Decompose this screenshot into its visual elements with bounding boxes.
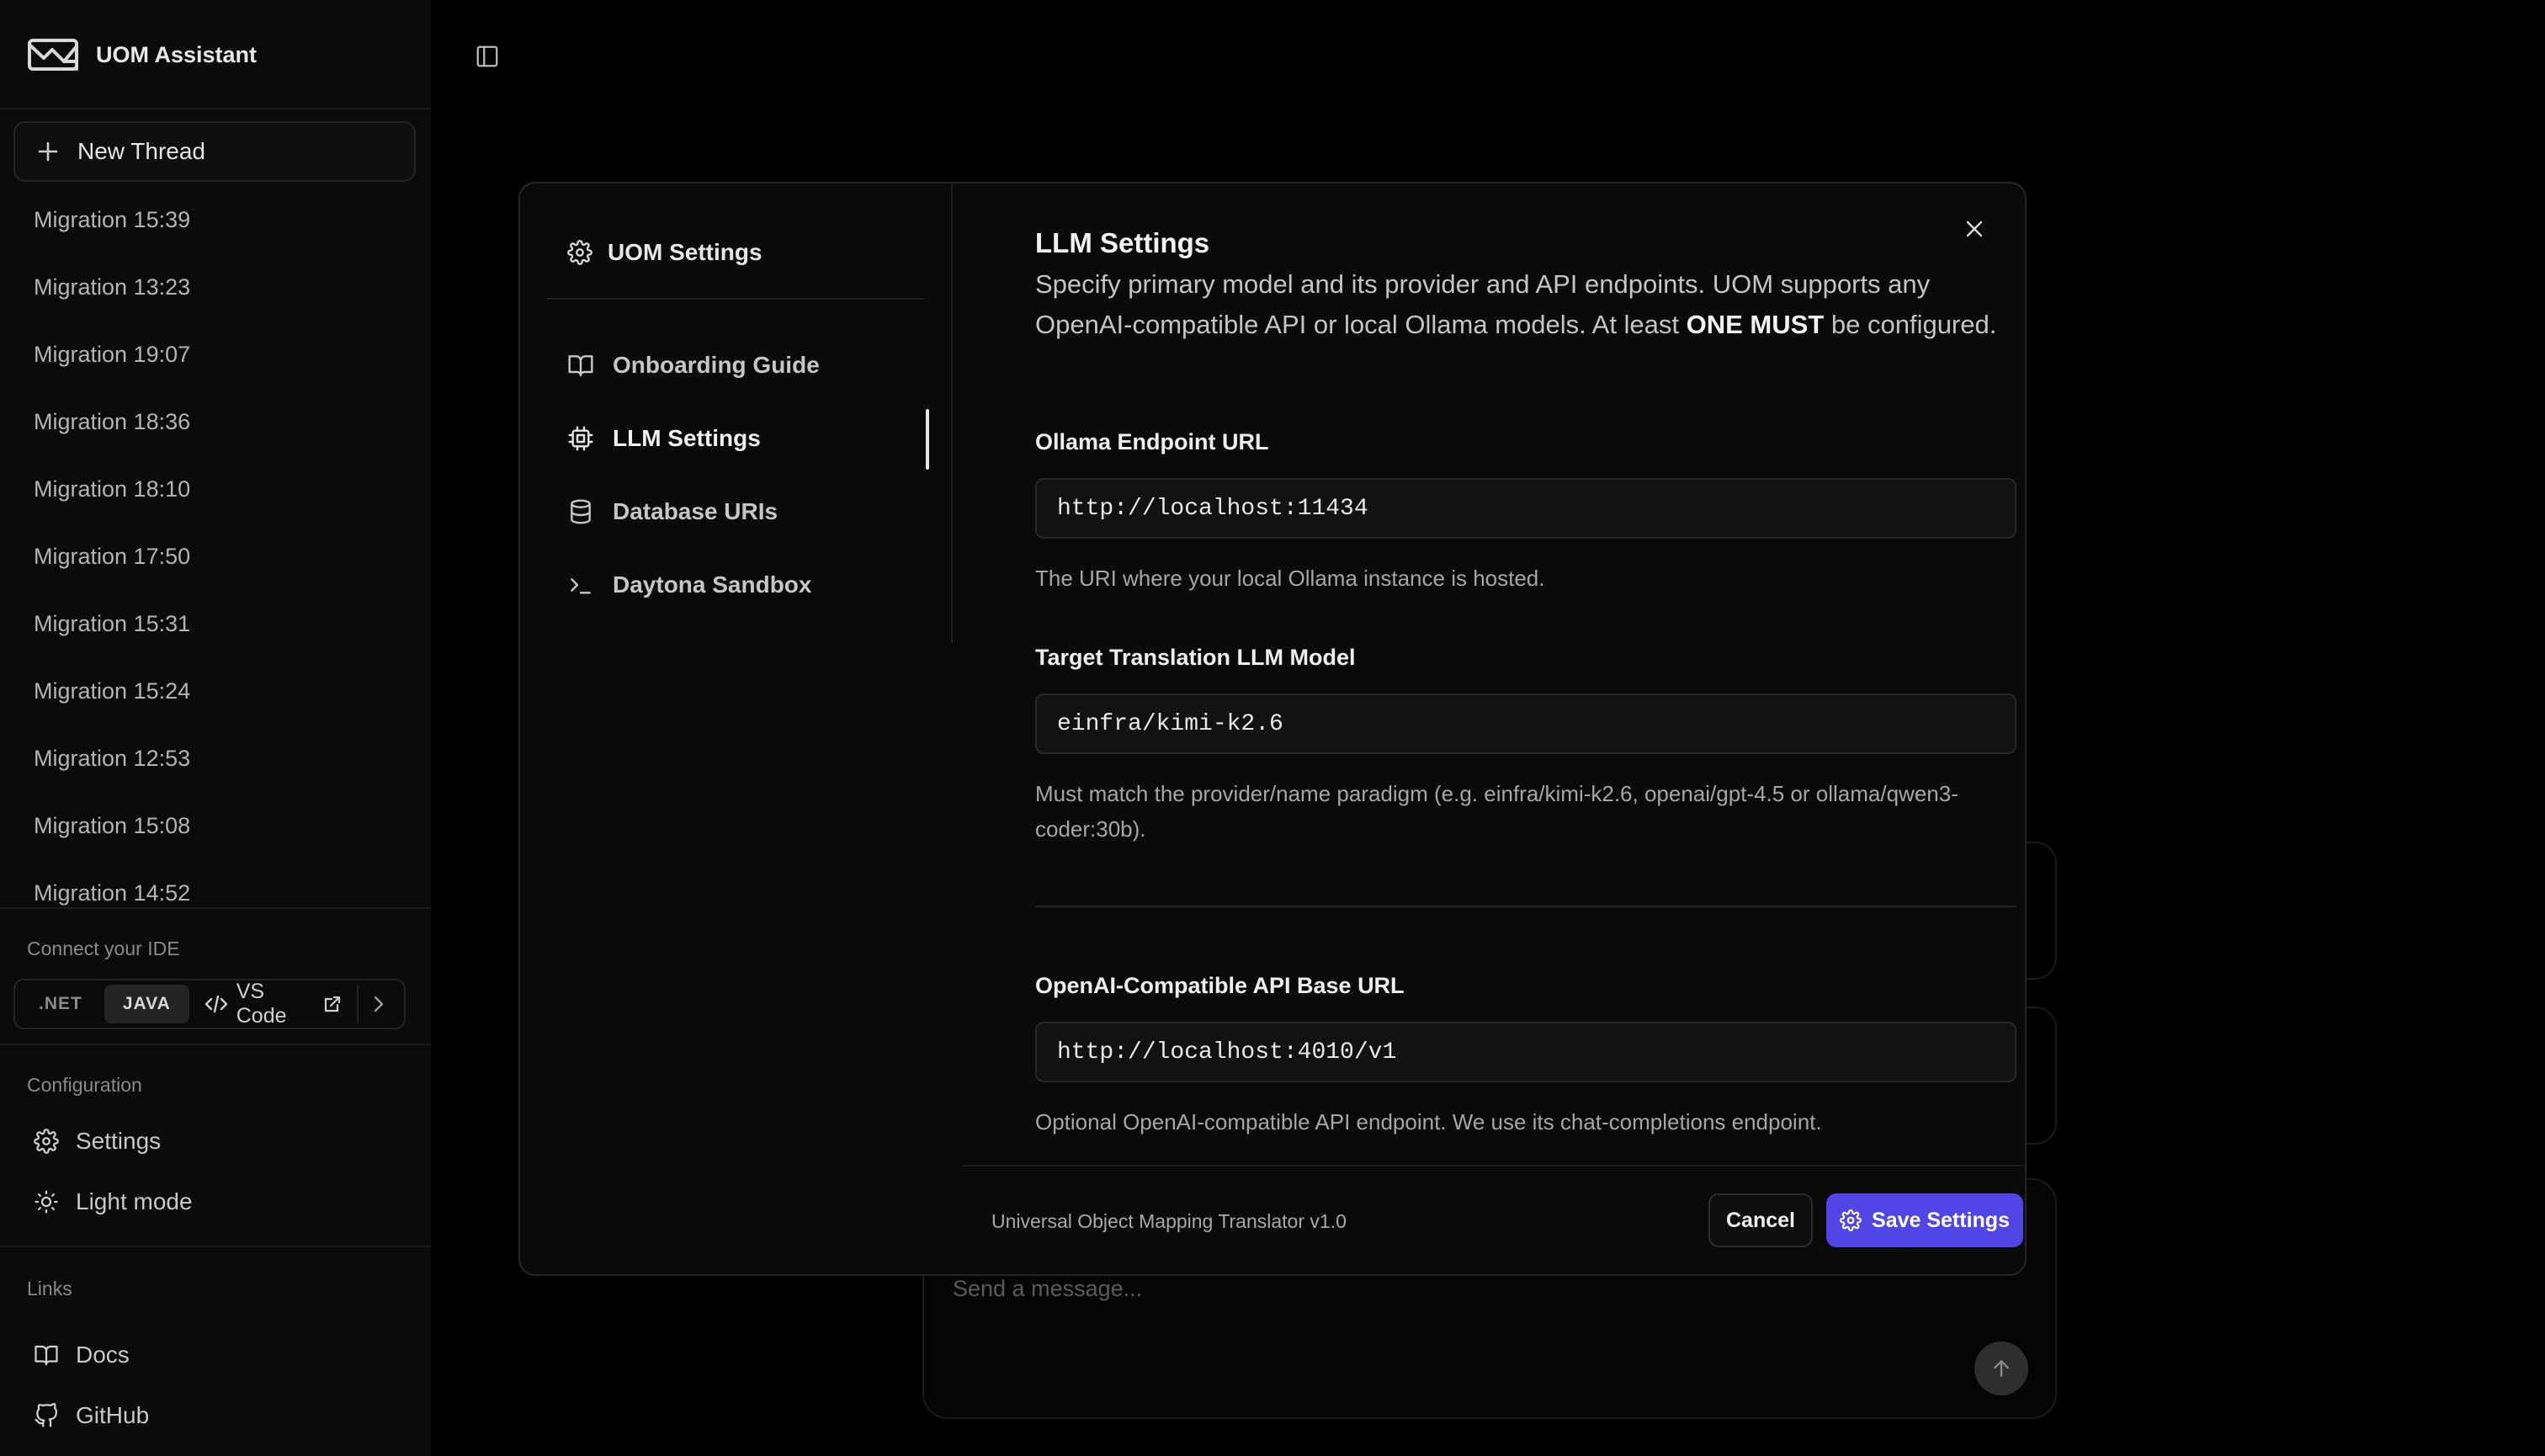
nav-item-label: LLM Settings bbox=[613, 425, 761, 451]
settings-nav: UOM Settings Onboarding Guide LLM Settin… bbox=[520, 183, 953, 643]
openai-base-url-help: Optional OpenAI-compatible API endpoint.… bbox=[1035, 1109, 1822, 1135]
divider bbox=[547, 298, 924, 300]
new-thread-label: New Thread bbox=[77, 138, 206, 164]
thread-item[interactable]: Migration 13:23 bbox=[34, 274, 190, 300]
thread-item[interactable]: Migration 12:53 bbox=[34, 746, 190, 772]
thread-item[interactable]: Migration 15:08 bbox=[34, 813, 190, 839]
theme-toggle[interactable]: Light mode bbox=[34, 1188, 193, 1215]
configuration-section-label: Configuration bbox=[27, 1074, 142, 1096]
thread-item[interactable]: Migration 17:50 bbox=[34, 544, 190, 570]
divider bbox=[1035, 906, 2016, 907]
uom-logo-icon bbox=[27, 38, 79, 72]
ollama-endpoint-help: The URI where your local Ollama instance… bbox=[1035, 566, 1545, 591]
new-thread-button[interactable]: New Thread bbox=[13, 121, 416, 182]
settings-dialog: UOM Settings Onboarding Guide LLM Settin… bbox=[518, 182, 2027, 1276]
docs-label: Docs bbox=[76, 1342, 130, 1368]
chevron-right-icon[interactable] bbox=[357, 985, 399, 1023]
divider bbox=[0, 108, 431, 109]
settings-label: Settings bbox=[76, 1128, 162, 1154]
dialog-footer: Universal Object Mapping Translator v1.0… bbox=[963, 1165, 2025, 1274]
github-label: GitHub bbox=[76, 1402, 150, 1428]
divider bbox=[0, 1044, 431, 1045]
sun-icon bbox=[34, 1189, 59, 1214]
active-nav-indicator bbox=[926, 409, 929, 470]
nav-item-database-uris[interactable]: Database URIs bbox=[567, 498, 778, 525]
vscode-link[interactable]: VS Code bbox=[193, 980, 353, 1028]
chip-icon bbox=[567, 425, 594, 452]
cancel-button[interactable]: Cancel bbox=[1708, 1193, 1813, 1247]
docs-link[interactable]: Docs bbox=[34, 1342, 130, 1368]
target-model-label: Target Translation LLM Model bbox=[1035, 645, 1356, 670]
settings-nav-title-label: UOM Settings bbox=[608, 239, 762, 265]
panel-title: LLM Settings bbox=[1035, 227, 1210, 258]
ide-selector: .NET JAVA VS Code bbox=[13, 979, 406, 1029]
nav-item-daytona-sandbox[interactable]: Daytona Sandbox bbox=[567, 571, 811, 598]
llm-settings-panel: LLM Settings Specify primary model and i… bbox=[1005, 183, 2022, 1165]
book-icon bbox=[34, 1343, 59, 1367]
divider bbox=[0, 1246, 431, 1247]
save-settings-button[interactable]: Save Settings bbox=[1826, 1193, 2023, 1247]
nav-item-label: Daytona Sandbox bbox=[613, 571, 812, 598]
external-link-icon bbox=[323, 995, 342, 1013]
nav-item-onboarding-guide[interactable]: Onboarding Guide bbox=[567, 352, 820, 379]
thread-item[interactable]: Migration 15:24 bbox=[34, 678, 190, 704]
settings-link[interactable]: Settings bbox=[34, 1128, 161, 1155]
gear-icon bbox=[567, 240, 592, 265]
thread-item[interactable]: Migration 15:39 bbox=[34, 207, 190, 233]
version-label: Universal Object Mapping Translator v1.0 bbox=[991, 1210, 1347, 1232]
target-model-help: Must match the provider/name paradigm (e… bbox=[1035, 781, 1958, 842]
code-icon bbox=[205, 994, 228, 1014]
panel-description: Specify primary model and its provider a… bbox=[1035, 269, 1997, 339]
thread-item[interactable]: Migration 15:31 bbox=[34, 611, 190, 637]
target-model-input[interactable] bbox=[1035, 693, 2016, 754]
settings-nav-title: UOM Settings bbox=[567, 239, 762, 266]
nav-item-label: Onboarding Guide bbox=[613, 352, 820, 378]
close-button[interactable] bbox=[1954, 209, 1995, 249]
emphasis-text: ONE MUST bbox=[1686, 310, 1825, 339]
sidebar-toggle-icon[interactable] bbox=[475, 44, 500, 69]
nav-item-label: Database URIs bbox=[613, 498, 778, 524]
app-name: UOM Assistant bbox=[96, 41, 258, 67]
ide-section-label: Connect your IDE bbox=[27, 938, 180, 959]
thread-item[interactable]: Migration 14:52 bbox=[34, 880, 190, 906]
thread-item[interactable]: Migration 18:10 bbox=[34, 476, 190, 502]
github-link[interactable]: GitHub bbox=[34, 1402, 149, 1429]
ollama-endpoint-label: Ollama Endpoint URL bbox=[1035, 429, 1269, 454]
links-section-label: Links bbox=[27, 1278, 72, 1299]
theme-label: Light mode bbox=[76, 1188, 193, 1214]
book-icon bbox=[567, 353, 594, 378]
openai-base-url-input[interactable] bbox=[1035, 1022, 2016, 1082]
message-input[interactable]: Send a message... bbox=[953, 1276, 1142, 1302]
openai-base-url-label: OpenAI-Compatible API Base URL bbox=[1035, 973, 1405, 998]
vscode-label: VS Code bbox=[236, 980, 287, 1028]
close-icon bbox=[1964, 219, 1984, 239]
divider bbox=[0, 907, 431, 909]
send-button[interactable] bbox=[1974, 1342, 2028, 1395]
plus-icon bbox=[37, 141, 59, 162]
gear-icon bbox=[1840, 1209, 1862, 1231]
ide-option-dotnet[interactable]: .NET bbox=[20, 985, 101, 1023]
sidebar: UOM Assistant New Thread Migration 15:39… bbox=[0, 0, 431, 1456]
github-icon bbox=[34, 1403, 59, 1428]
nav-item-llm-settings[interactable]: LLM Settings bbox=[567, 425, 761, 452]
brand[interactable]: UOM Assistant bbox=[27, 34, 257, 76]
database-icon bbox=[567, 498, 594, 525]
ollama-endpoint-input[interactable] bbox=[1035, 478, 2016, 539]
save-settings-label: Save Settings bbox=[1872, 1208, 2010, 1232]
thread-item[interactable]: Migration 19:07 bbox=[34, 342, 190, 368]
gear-icon bbox=[34, 1129, 59, 1154]
ide-option-java[interactable]: JAVA bbox=[104, 985, 189, 1023]
terminal-icon bbox=[567, 571, 594, 598]
arrow-up-icon bbox=[1990, 1358, 2012, 1379]
thread-item[interactable]: Migration 18:36 bbox=[34, 409, 190, 435]
